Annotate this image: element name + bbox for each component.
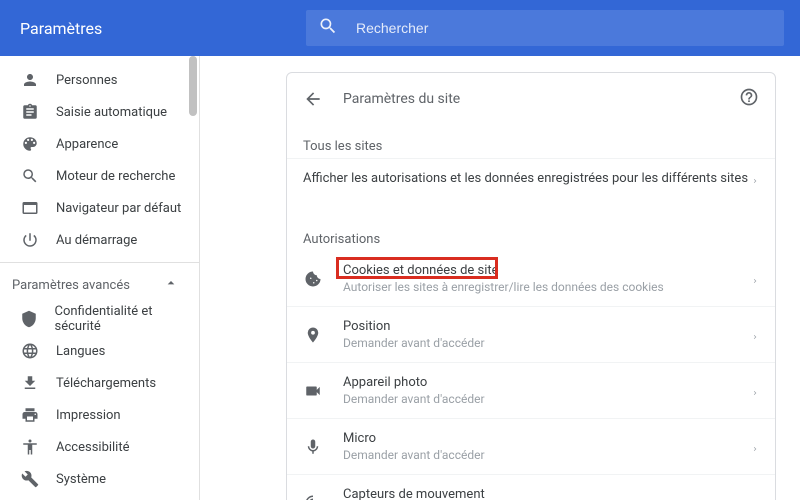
chevron-right-icon xyxy=(751,175,759,183)
sensor-icon xyxy=(303,494,323,500)
sidebar-item-label: Langues xyxy=(56,344,105,359)
palette-icon xyxy=(20,134,40,154)
search-box[interactable] xyxy=(306,10,784,46)
sidebar-item-palette[interactable]: Apparence xyxy=(0,128,199,160)
browser-icon xyxy=(20,198,40,218)
sidebar-item-shield[interactable]: Confidentialité et sécurité xyxy=(0,303,199,335)
permission-row-location[interactable]: Position Demander avant d'accéder xyxy=(287,306,775,362)
permission-row-mic[interactable]: Micro Demander avant d'accéder xyxy=(287,418,775,474)
mic-icon xyxy=(303,438,323,456)
card-header: Paramètres du site xyxy=(287,73,775,125)
help-button[interactable] xyxy=(739,87,759,111)
row-subtitle: Demander avant d'accéder xyxy=(343,336,751,350)
shield-icon xyxy=(20,309,39,329)
sidebar-item-power[interactable]: Au démarrage xyxy=(0,224,199,256)
camera-icon xyxy=(303,382,323,400)
scrollbar-thumb[interactable] xyxy=(189,56,197,116)
person-icon xyxy=(20,70,40,90)
chevron-right-icon xyxy=(751,387,759,395)
permission-row-camera[interactable]: Appareil photo Demander avant d'accéder xyxy=(287,362,775,418)
accessibility-icon xyxy=(20,437,40,457)
sidebar-item-accessibility[interactable]: Accessibilité xyxy=(0,431,199,463)
sidebar-item-label: Navigateur par défaut xyxy=(56,201,181,216)
all-sites-row[interactable]: Afficher les autorisations et les donnée… xyxy=(287,158,775,198)
header-search-area xyxy=(290,10,800,46)
chevron-right-icon xyxy=(751,443,759,451)
sidebar-item-restore[interactable]: Réinitialiser et nettoyer xyxy=(0,495,199,500)
sidebar-item-label: Impression xyxy=(56,408,121,423)
sidebar: Personnes Saisie automatique Apparence M… xyxy=(0,56,200,500)
globe-icon xyxy=(20,341,40,361)
wrench-icon xyxy=(20,469,40,489)
sidebar-item-print[interactable]: Impression xyxy=(0,399,199,431)
sidebar-item-globe[interactable]: Langues xyxy=(0,335,199,367)
row-title: Micro xyxy=(343,431,751,446)
search-icon xyxy=(20,166,40,186)
sidebar-item-label: Moteur de recherche xyxy=(56,169,175,184)
sidebar-item-label: Téléchargements xyxy=(56,376,156,391)
row-subtitle: Demander avant d'accéder xyxy=(343,392,751,406)
sidebar-item-search[interactable]: Moteur de recherche xyxy=(0,160,199,192)
row-subtitle: Autoriser les sites à enregistrer/lire l… xyxy=(343,280,751,294)
row-title: Capteurs de mouvement xyxy=(343,487,751,500)
sidebar-item-label: Apparence xyxy=(56,137,118,152)
sidebar-item-download[interactable]: Téléchargements xyxy=(0,367,199,399)
permission-row-cookie[interactable]: Cookies et données de site Autoriser les… xyxy=(287,251,775,306)
sidebar-advanced-toggle[interactable]: Paramètres avancés xyxy=(0,262,199,303)
settings-card: Paramètres du site Tous les sites Affich… xyxy=(286,72,776,500)
row-title: Appareil photo xyxy=(343,375,751,390)
app-header: Paramètres xyxy=(0,0,800,56)
power-icon xyxy=(20,230,40,250)
page-title: Paramètres du site xyxy=(343,91,460,107)
row-title: Position xyxy=(343,319,751,334)
main-layout: Personnes Saisie automatique Apparence M… xyxy=(0,56,800,500)
print-icon xyxy=(20,405,40,425)
back-button[interactable] xyxy=(303,89,323,109)
sidebar-item-label: Système xyxy=(56,472,106,487)
chevron-right-icon xyxy=(751,275,759,283)
sidebar-item-label: Saisie automatique xyxy=(56,105,167,120)
chevron-up-icon xyxy=(163,275,179,295)
section-all-sites: Tous les sites xyxy=(287,125,775,158)
cookie-icon xyxy=(303,270,323,288)
assignment-icon xyxy=(20,102,40,122)
location-icon xyxy=(303,326,323,344)
sidebar-item-browser[interactable]: Navigateur par défaut xyxy=(0,192,199,224)
sidebar-advanced-label: Paramètres avancés xyxy=(12,278,130,293)
row-subtitle: Demander avant d'accéder xyxy=(343,448,751,462)
section-permissions: Autorisations xyxy=(287,218,775,251)
row-title: Cookies et données de site xyxy=(343,263,751,278)
sidebar-item-label: Accessibilité xyxy=(56,440,130,455)
app-title: Paramètres xyxy=(0,19,290,38)
chevron-right-icon xyxy=(751,331,759,339)
sidebar-item-wrench[interactable]: Système xyxy=(0,463,199,495)
sidebar-item-label: Personnes xyxy=(56,73,118,88)
sidebar-item-person[interactable]: Personnes xyxy=(0,64,199,96)
download-icon xyxy=(20,373,40,393)
all-sites-label: Afficher les autorisations et les donnée… xyxy=(303,171,751,186)
search-icon xyxy=(318,16,356,40)
sidebar-item-label: Au démarrage xyxy=(56,233,137,248)
sidebar-item-assignment[interactable]: Saisie automatique xyxy=(0,96,199,128)
search-input[interactable] xyxy=(356,20,772,36)
sidebar-item-label: Confidentialité et sécurité xyxy=(55,304,192,334)
content-area: Paramètres du site Tous les sites Affich… xyxy=(200,56,800,500)
permission-row-sensor[interactable]: Capteurs de mouvement Autoriser les site… xyxy=(287,474,775,500)
